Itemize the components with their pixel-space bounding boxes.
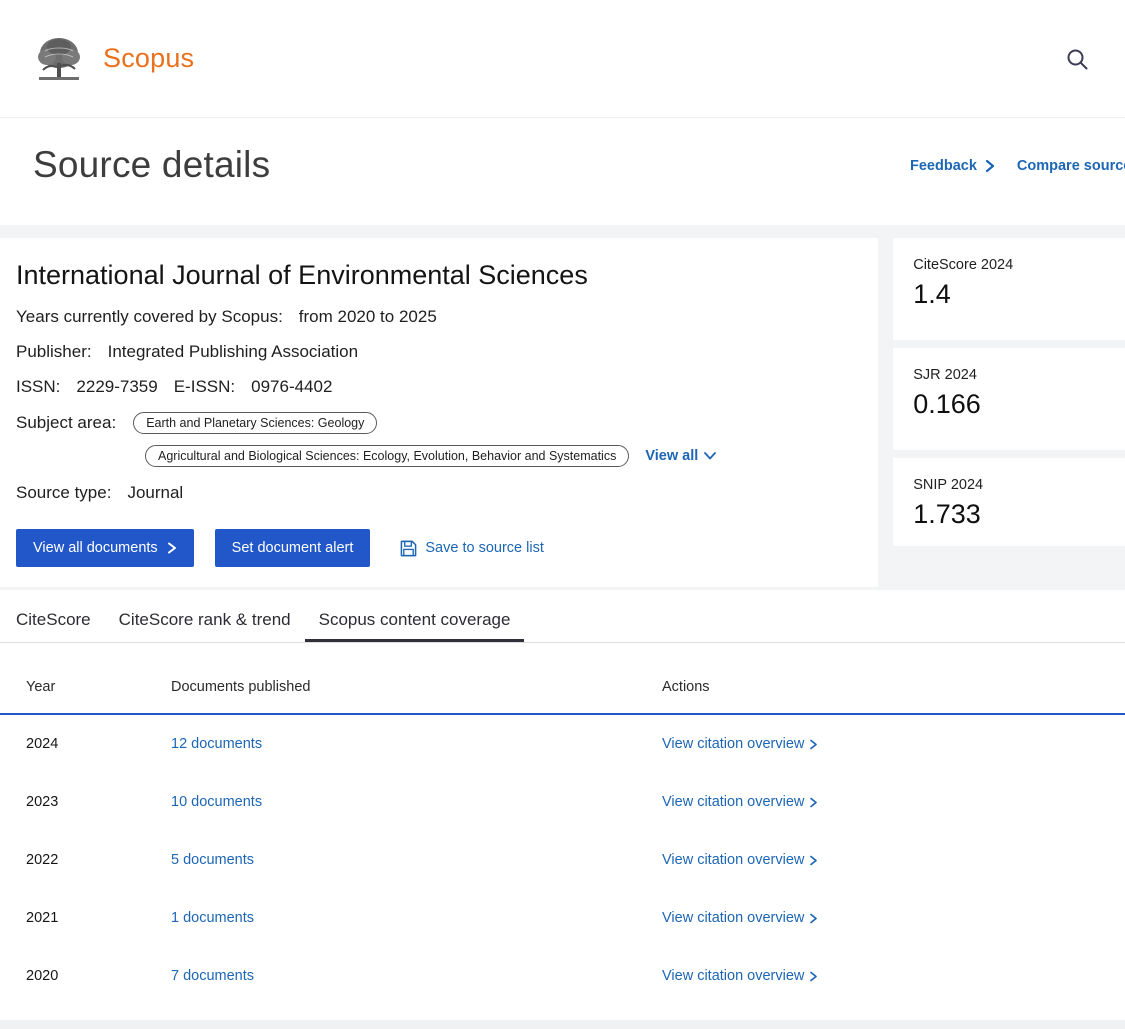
source-type-label: Source type: bbox=[16, 483, 111, 503]
view-citation-overview-link[interactable]: View citation overview bbox=[662, 852, 818, 868]
view-all-label: View all bbox=[645, 448, 698, 464]
eissn-label: E-ISSN: bbox=[174, 377, 235, 397]
documents-link[interactable]: 1 documents bbox=[171, 910, 254, 926]
source-summary-section: International Journal of Environmental S… bbox=[0, 225, 1125, 590]
column-header-year: Year bbox=[26, 679, 171, 695]
publisher-line: Publisher: Integrated Publishing Associa… bbox=[16, 342, 862, 362]
issn-line: ISSN: 2229-7359 E-ISSN: 0976-4402 bbox=[16, 377, 862, 397]
title-row: Source details Feedback Compare sources bbox=[0, 118, 1125, 225]
source-type-line: Source type: Journal bbox=[16, 483, 862, 503]
view-citation-overview-label: View citation overview bbox=[662, 736, 804, 752]
set-document-alert-label: Set document alert bbox=[232, 540, 354, 556]
search-icon bbox=[1065, 59, 1089, 74]
chevron-right-icon bbox=[983, 159, 997, 173]
view-all-subjects-link[interactable]: View all bbox=[645, 448, 716, 464]
view-citation-overview-link[interactable]: View citation overview bbox=[662, 968, 818, 984]
chevron-right-icon bbox=[809, 913, 818, 924]
feedback-link[interactable]: Feedback bbox=[910, 158, 997, 174]
citescore-value: 1.4 bbox=[913, 279, 1105, 310]
view-citation-overview-label: View citation overview bbox=[662, 910, 804, 926]
view-citation-overview-label: View citation overview bbox=[662, 794, 804, 810]
snip-metric-card: SNIP 2024 1.733 bbox=[893, 458, 1125, 546]
year-cell: 2020 bbox=[26, 968, 171, 984]
publisher-value: Integrated Publishing Association bbox=[108, 342, 358, 362]
content-coverage-table: Year Documents published Actions 2024 12… bbox=[0, 643, 1125, 1005]
citescore-label: CiteScore 2024 bbox=[913, 257, 1105, 273]
tab-citescore[interactable]: CiteScore bbox=[2, 600, 105, 642]
sjr-label: SJR 2024 bbox=[913, 367, 1105, 383]
subject-pill[interactable]: Agricultural and Biological Sciences: Ec… bbox=[145, 445, 629, 467]
documents-link[interactable]: 7 documents bbox=[171, 968, 254, 984]
column-header-actions: Actions bbox=[662, 679, 1125, 695]
source-details-card: International Journal of Environmental S… bbox=[0, 238, 878, 587]
tab-citescore-rank-trend[interactable]: CiteScore rank & trend bbox=[105, 600, 305, 642]
save-to-source-list-link[interactable]: Save to source list bbox=[400, 540, 543, 557]
year-cell: 2021 bbox=[26, 910, 171, 926]
next-section-edge bbox=[0, 1020, 1125, 1029]
feedback-link-label: Feedback bbox=[910, 158, 977, 174]
coverage-line: Years currently covered by Scopus: from … bbox=[16, 307, 862, 327]
tab-scopus-content-coverage[interactable]: Scopus content coverage bbox=[305, 600, 525, 642]
tab-bar: CiteScore CiteScore rank & trend Scopus … bbox=[0, 600, 1125, 643]
chevron-right-icon bbox=[809, 855, 818, 866]
compare-sources-link[interactable]: Compare sources bbox=[1017, 158, 1125, 174]
source-actions-row: View all documents Set document alert bbox=[16, 529, 862, 567]
view-citation-overview-label: View citation overview bbox=[662, 968, 804, 984]
view-all-documents-label: View all documents bbox=[33, 540, 158, 556]
table-row: 2022 5 documents View citation overview bbox=[0, 831, 1125, 889]
subject-area-row-2: Agricultural and Biological Sciences: Ec… bbox=[145, 445, 862, 467]
chevron-right-icon bbox=[809, 739, 818, 750]
table-row: 2024 12 documents View citation overview bbox=[0, 715, 1125, 773]
view-all-documents-button[interactable]: View all documents bbox=[16, 529, 194, 567]
column-header-documents-published: Documents published bbox=[171, 679, 662, 695]
coverage-value: from 2020 to 2025 bbox=[299, 307, 437, 327]
chevron-down-icon bbox=[704, 452, 716, 460]
save-icon bbox=[400, 540, 417, 557]
issn-value: 2229-7359 bbox=[76, 377, 157, 397]
search-button[interactable] bbox=[1059, 41, 1095, 77]
documents-link[interactable]: 10 documents bbox=[171, 794, 262, 810]
coverage-label: Years currently covered by Scopus: bbox=[16, 307, 283, 327]
top-header: Scopus bbox=[0, 0, 1125, 118]
issn-label: ISSN: bbox=[16, 377, 60, 397]
sjr-value: 0.166 bbox=[913, 389, 1105, 420]
chevron-right-icon bbox=[809, 797, 818, 808]
documents-link[interactable]: 5 documents bbox=[171, 852, 254, 868]
view-citation-overview-link[interactable]: View citation overview bbox=[662, 794, 818, 810]
documents-link[interactable]: 12 documents bbox=[171, 736, 262, 752]
snip-label: SNIP 2024 bbox=[913, 477, 1105, 493]
view-citation-overview-link[interactable]: View citation overview bbox=[662, 910, 818, 926]
citescore-metric-card: CiteScore 2024 1.4 bbox=[893, 238, 1125, 340]
chevron-right-icon bbox=[809, 971, 818, 982]
eissn-value: 0976-4402 bbox=[251, 377, 332, 397]
page-header-links: Feedback Compare sources bbox=[910, 158, 1125, 174]
metrics-column: CiteScore 2024 1.4 SJR 2024 0.166 SNIP 2… bbox=[893, 238, 1125, 546]
table-row: 2021 1 documents View citation overview bbox=[0, 889, 1125, 947]
journal-title: International Journal of Environmental S… bbox=[16, 260, 862, 291]
year-cell: 2022 bbox=[26, 852, 171, 868]
chevron-right-icon bbox=[167, 542, 177, 554]
scopus-wordmark: Scopus bbox=[103, 43, 194, 74]
table-header-row: Year Documents published Actions bbox=[0, 643, 1125, 715]
save-to-source-list-label: Save to source list bbox=[425, 540, 543, 556]
table-row: 2020 7 documents View citation overview bbox=[0, 947, 1125, 1005]
year-cell: 2024 bbox=[26, 736, 171, 752]
subject-area-label: Subject area: bbox=[16, 413, 116, 433]
subject-pill[interactable]: Earth and Planetary Sciences: Geology bbox=[133, 412, 377, 434]
year-cell: 2023 bbox=[26, 794, 171, 810]
subject-area-row: Subject area: Earth and Planetary Scienc… bbox=[16, 412, 862, 434]
view-citation-overview-link[interactable]: View citation overview bbox=[662, 736, 818, 752]
source-type-value: Journal bbox=[127, 483, 183, 503]
view-citation-overview-label: View citation overview bbox=[662, 852, 804, 868]
compare-sources-label: Compare sources bbox=[1017, 158, 1125, 174]
publisher-label: Publisher: bbox=[16, 342, 92, 362]
sjr-metric-card: SJR 2024 0.166 bbox=[893, 348, 1125, 450]
snip-value: 1.733 bbox=[913, 499, 1105, 530]
elsevier-tree-icon bbox=[33, 33, 85, 85]
table-row: 2023 10 documents View citation overview bbox=[0, 773, 1125, 831]
brand[interactable]: Scopus bbox=[33, 33, 194, 85]
set-document-alert-button[interactable]: Set document alert bbox=[215, 529, 371, 567]
